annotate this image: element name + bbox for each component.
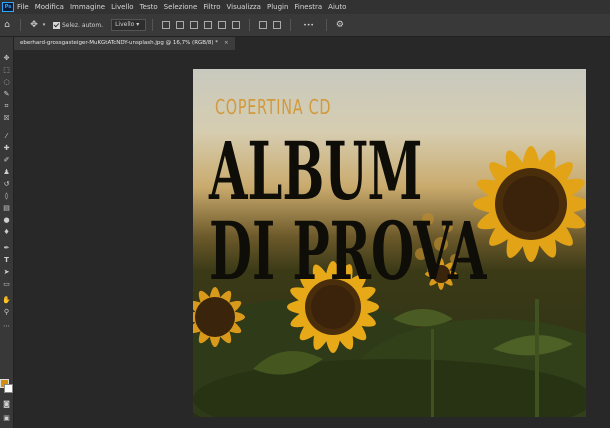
divider — [290, 19, 292, 31]
healing-icon[interactable]: ✚ — [1, 143, 12, 153]
menu-plugin[interactable]: Plugin — [267, 3, 288, 11]
menu-livello[interactable]: Livello — [111, 3, 133, 11]
menu-visualizza[interactable]: Visualizza — [226, 3, 260, 11]
zoom-icon[interactable]: ⚲ — [1, 307, 12, 317]
options-bar: ⌂ ✥ ▾ Selez. autom. Livello ▾ ••• ⚙ — [0, 14, 610, 37]
auto-select-label: Selez. autom. — [62, 21, 104, 29]
divider — [325, 19, 327, 31]
menu-file[interactable]: File — [17, 3, 29, 11]
home-icon[interactable]: ⌂ — [0, 18, 14, 32]
layer-dropdown-value: Livello — [115, 21, 135, 28]
album-title-line2[interactable]: DI PROVA — [209, 211, 486, 291]
menu-modifica[interactable]: Modifica — [35, 3, 64, 11]
layer-dropdown[interactable]: Livello ▾ — [111, 19, 147, 31]
history-brush-icon[interactable]: ↺ — [1, 179, 12, 189]
marquee-icon[interactable]: ⬚ — [1, 65, 12, 75]
menu-testo[interactable]: Testo — [140, 3, 158, 11]
auto-select-checkbox[interactable] — [53, 21, 60, 29]
document-tab-title: eberhard-grossgasteiger-MuKGtATcNDY-unsp… — [20, 40, 219, 46]
align-left-icon[interactable] — [162, 21, 171, 29]
align-center-icon[interactable] — [176, 21, 185, 29]
move-tool-icon[interactable]: ✥ — [27, 18, 41, 32]
divider — [249, 19, 251, 31]
distribute-vertical-icon[interactable] — [273, 21, 282, 29]
chevron-down-icon[interactable]: ▾ — [41, 18, 47, 32]
align-top-icon[interactable] — [204, 21, 213, 29]
move-icon[interactable]: ✥ — [1, 53, 12, 63]
menu-bar: Ps File Modifica Immagine Livello Testo … — [0, 0, 610, 14]
align-middle-icon[interactable] — [218, 21, 227, 29]
rectangle-icon[interactable]: ▭ — [1, 279, 12, 289]
album-title-line1[interactable]: ALBUM — [209, 131, 422, 211]
more-tools-icon[interactable]: ⋯ — [1, 321, 12, 331]
sunflower-large — [473, 146, 586, 262]
align-bottom-icon[interactable] — [232, 21, 241, 29]
menu-immagine[interactable]: Immagine — [70, 3, 105, 11]
background-color-swatch[interactable] — [4, 384, 13, 393]
menu-selezione[interactable]: Selezione — [164, 3, 198, 11]
distribute-icon[interactable] — [259, 21, 268, 29]
path-select-icon[interactable]: ➤ — [1, 267, 12, 277]
close-icon[interactable]: × — [224, 40, 229, 46]
document-tabs: eberhard-grossgasteiger-MuKGtATcNDY-unsp… — [14, 37, 610, 50]
eyedropper-icon[interactable]: ⁄ — [1, 131, 12, 141]
foliage — [193, 299, 586, 417]
lasso-icon[interactable]: ◌ — [1, 77, 12, 87]
divider — [152, 19, 154, 31]
align-right-icon[interactable] — [190, 21, 199, 29]
quick-select-icon[interactable]: ✎ — [1, 89, 12, 99]
dodge-icon[interactable]: ♦ — [1, 227, 12, 237]
gradient-icon[interactable]: ▤ — [1, 203, 12, 213]
chevron-down-icon: ▾ — [136, 21, 140, 28]
menu-filtro[interactable]: Filtro — [203, 3, 220, 11]
menu-aiuto[interactable]: Aiuto — [328, 3, 346, 11]
frame-icon[interactable]: ☒ — [1, 113, 12, 123]
brush-icon[interactable]: ✐ — [1, 155, 12, 165]
stamp-icon[interactable]: ♟ — [1, 167, 12, 177]
cover-subtitle-text[interactable]: COPERTINA CD — [215, 95, 331, 119]
tools-panel: ✥ ⬚ ◌ ✎ ⌗ ☒ ⁄ ✚ ✐ ♟ ↺ ◊ ▤ ● ♦ ✒ T ➤ ▭ ✋ … — [0, 37, 14, 428]
blur-icon[interactable]: ● — [1, 215, 12, 225]
crop-icon[interactable]: ⌗ — [1, 101, 12, 111]
gear-icon[interactable]: ⚙ — [333, 18, 347, 32]
type-icon[interactable]: T — [1, 255, 12, 265]
app-logo: Ps — [2, 2, 14, 12]
document-tab[interactable]: eberhard-grossgasteiger-MuKGtATcNDY-unsp… — [14, 37, 235, 50]
document-canvas[interactable]: COPERTINA CD ALBUM DI PROVA — [193, 69, 586, 417]
more-options-button[interactable]: ••• — [303, 22, 314, 29]
quick-mask-icon[interactable]: ◙ — [1, 399, 12, 409]
menu-finestra[interactable]: Finestra — [294, 3, 322, 11]
divider — [20, 19, 21, 31]
eraser-icon[interactable]: ◊ — [1, 191, 12, 201]
screen-mode-icon[interactable]: ▣ — [1, 413, 12, 423]
pen-icon[interactable]: ✒ — [1, 243, 12, 253]
hand-icon[interactable]: ✋ — [1, 295, 12, 305]
